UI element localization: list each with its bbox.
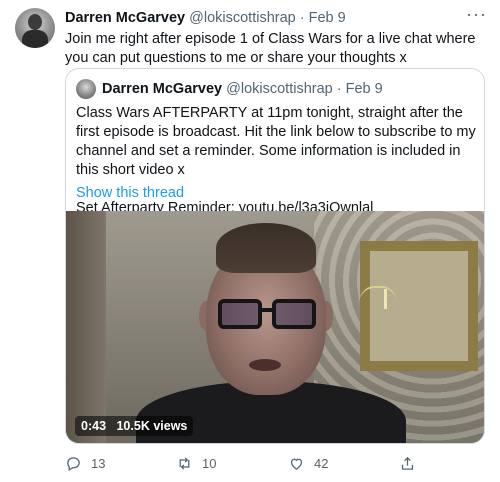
tweet-header: Darren McGarvey @lokiscottishrap · Feb 9: [65, 9, 346, 27]
retweet-count: 10: [202, 455, 217, 471]
quoted-tweet[interactable]: Darren McGarvey @lokiscottishrap · Feb 9…: [65, 68, 485, 444]
retweet-button[interactable]: 10: [176, 452, 216, 474]
tweet-date[interactable]: Feb 9: [309, 10, 346, 26]
quoted-header-separator: ·: [336, 81, 342, 97]
avatar-head: [28, 14, 42, 30]
video-duration: 0:43: [81, 419, 107, 433]
author-handle[interactable]: @lokiscottishrap: [189, 10, 296, 26]
like-button[interactable]: 42: [288, 452, 328, 474]
video-person-hair: [216, 223, 316, 273]
avatar-body: [22, 30, 48, 48]
share-button[interactable]: [399, 452, 416, 474]
video-person-glasses-left: [218, 299, 262, 329]
video-player[interactable]: 0:43 10.5K views: [66, 211, 484, 443]
show-thread-link[interactable]: Show this thread: [76, 185, 184, 201]
share-icon: [401, 456, 414, 470]
reply-count: 13: [91, 455, 106, 471]
video-bg-lamp-stem: [384, 289, 387, 309]
reply-button[interactable]: 13: [65, 452, 105, 474]
quoted-author-avatar: [76, 79, 96, 99]
author-avatar[interactable]: [15, 8, 55, 48]
quoted-tweet-date: Feb 9: [345, 81, 383, 97]
quoted-tweet-header: Darren McGarvey @lokiscottishrap · Feb 9: [102, 80, 383, 98]
quoted-text-paragraph: Class Wars AFTERPARTY at 11pm tonight, s…: [76, 105, 476, 178]
quoted-author-name: Darren McGarvey: [102, 81, 223, 97]
reply-icon: [67, 456, 80, 471]
video-info-badge: 0:43 10.5K views: [75, 416, 194, 436]
like-count: 42: [314, 455, 329, 471]
retweet-icon: [179, 456, 190, 470]
like-icon: [290, 458, 303, 470]
quoted-author-handle: @lokiscottishrap: [226, 81, 333, 97]
video-bg-lamp: [358, 286, 398, 338]
tweet-text: Join me right after episode 1 of Class W…: [65, 31, 476, 66]
video-bg-door: [66, 211, 106, 443]
tweet-actions: 13 10 42: [65, 452, 485, 474]
video-person-mouth: [249, 359, 281, 371]
video-person-glasses-right: [272, 299, 316, 329]
author-name[interactable]: Darren McGarvey: [65, 10, 185, 26]
more-icon[interactable]: ···: [466, 4, 487, 25]
video-views: 10.5K views: [116, 419, 188, 433]
header-separator: ·: [299, 10, 305, 26]
